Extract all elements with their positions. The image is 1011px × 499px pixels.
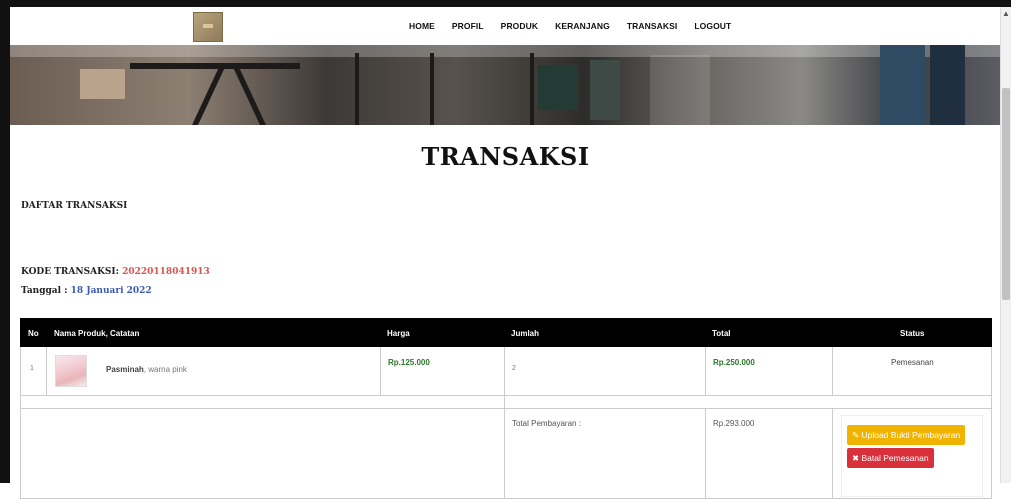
column-divider (832, 408, 833, 498)
column-divider (705, 408, 706, 498)
column-divider (504, 408, 505, 498)
product-thumbnail[interactable] (55, 355, 87, 387)
header-status: Status (900, 329, 925, 338)
edit-icon: ✎ (852, 430, 860, 440)
transaction-date-label: Tanggal : (21, 286, 68, 296)
nav-transaksi[interactable]: TRANSAKSI (627, 21, 678, 31)
row-no: 1 (30, 365, 34, 372)
header-harga: Harga (387, 329, 410, 338)
transaction-code: KODE TRANSAKSI: 20220118041913 (21, 267, 210, 277)
column-divider (832, 347, 833, 395)
hero-table-top (130, 63, 300, 69)
page-title: TRANSAKSI (421, 142, 590, 171)
transaction-date: Tanggal : 18 Januari 2022 (21, 286, 152, 296)
column-divider (46, 347, 47, 395)
summary-label: Total Pembayaran : (512, 419, 581, 428)
column-divider (705, 347, 706, 395)
hero-ceiling (10, 45, 1000, 57)
navbar: HOME PROFIL PRODUK KERANJANG TRANSAKSI L… (10, 7, 1000, 45)
hero-rack (355, 53, 359, 125)
column-divider (380, 347, 381, 395)
product-name[interactable]: Pasminah (106, 365, 144, 374)
table-row: 1 Pasminah, warna pink Rp.125.000 2 Rp.2… (20, 347, 992, 396)
transaction-code-label: KODE TRANSAKSI: (21, 267, 119, 277)
nav-home[interactable]: HOME (409, 21, 435, 31)
hero-clothes (538, 65, 578, 110)
hero-wall (650, 55, 710, 125)
hero-table-leg (192, 65, 226, 125)
product-note: , warna pink (143, 365, 187, 374)
order-status: Pemesanan (891, 358, 934, 367)
hero-jeans (930, 45, 965, 125)
table-spacer-row (20, 395, 992, 409)
site-logo[interactable] (193, 12, 223, 42)
transaction-code-value: 20220118041913 (122, 267, 210, 277)
nav-keranjang[interactable]: KERANJANG (555, 21, 610, 31)
cancel-order-label: Batal Pemesanan (861, 453, 929, 463)
table-header: No Nama Produk, Catatan Harga Jumlah Tot… (20, 318, 992, 347)
product-quantity: 2 (512, 365, 516, 372)
header-total: Total (712, 329, 731, 338)
transaction-date-value: 18 Januari 2022 (70, 286, 152, 296)
column-divider (504, 347, 505, 395)
upload-proof-button[interactable]: ✎ Upload Bukti Pembayaran (847, 425, 966, 445)
cancel-order-button[interactable]: ✖ Batal Pemesanan (847, 448, 934, 468)
hero-table-leg (232, 65, 266, 125)
product-total: Rp.250.000 (713, 358, 755, 367)
hero-jeans (880, 45, 925, 125)
hero-clothes (80, 69, 125, 99)
window-frame-left (0, 0, 10, 483)
hero-rack (530, 53, 534, 125)
hero-banner-image (10, 45, 1000, 125)
product-cell: Pasminah, warna pink (106, 365, 187, 374)
header-jumlah: Jumlah (511, 329, 540, 338)
logo-mark-icon (203, 24, 213, 28)
column-divider (504, 395, 505, 408)
nav-profil[interactable]: PROFIL (452, 21, 484, 31)
product-price: Rp.125.000 (388, 358, 430, 367)
hero-clothes (590, 60, 620, 120)
scroll-up-arrow-icon[interactable]: ▲ (1002, 10, 1010, 18)
section-label: DAFTAR TRANSAKSI (21, 201, 128, 211)
summary-total: Rp.293.000 (713, 419, 755, 428)
table-summary-row: Total Pembayaran : Rp.293.000 ✎ Upload B… (20, 408, 992, 499)
close-icon: ✖ (852, 453, 860, 463)
scrollbar-thumb[interactable] (1002, 88, 1010, 300)
header-produk: Nama Produk, Catatan (54, 329, 140, 338)
hero-rack (430, 53, 434, 125)
window-frame-top (0, 0, 1011, 7)
nav-produk[interactable]: PRODUK (501, 21, 538, 31)
nav-logout[interactable]: LOGOUT (694, 21, 731, 31)
upload-proof-label: Upload Bukti Pembayaran (861, 430, 961, 440)
header-no: No (28, 329, 39, 338)
nav-menu: HOME PROFIL PRODUK KERANJANG TRANSAKSI L… (409, 21, 748, 31)
